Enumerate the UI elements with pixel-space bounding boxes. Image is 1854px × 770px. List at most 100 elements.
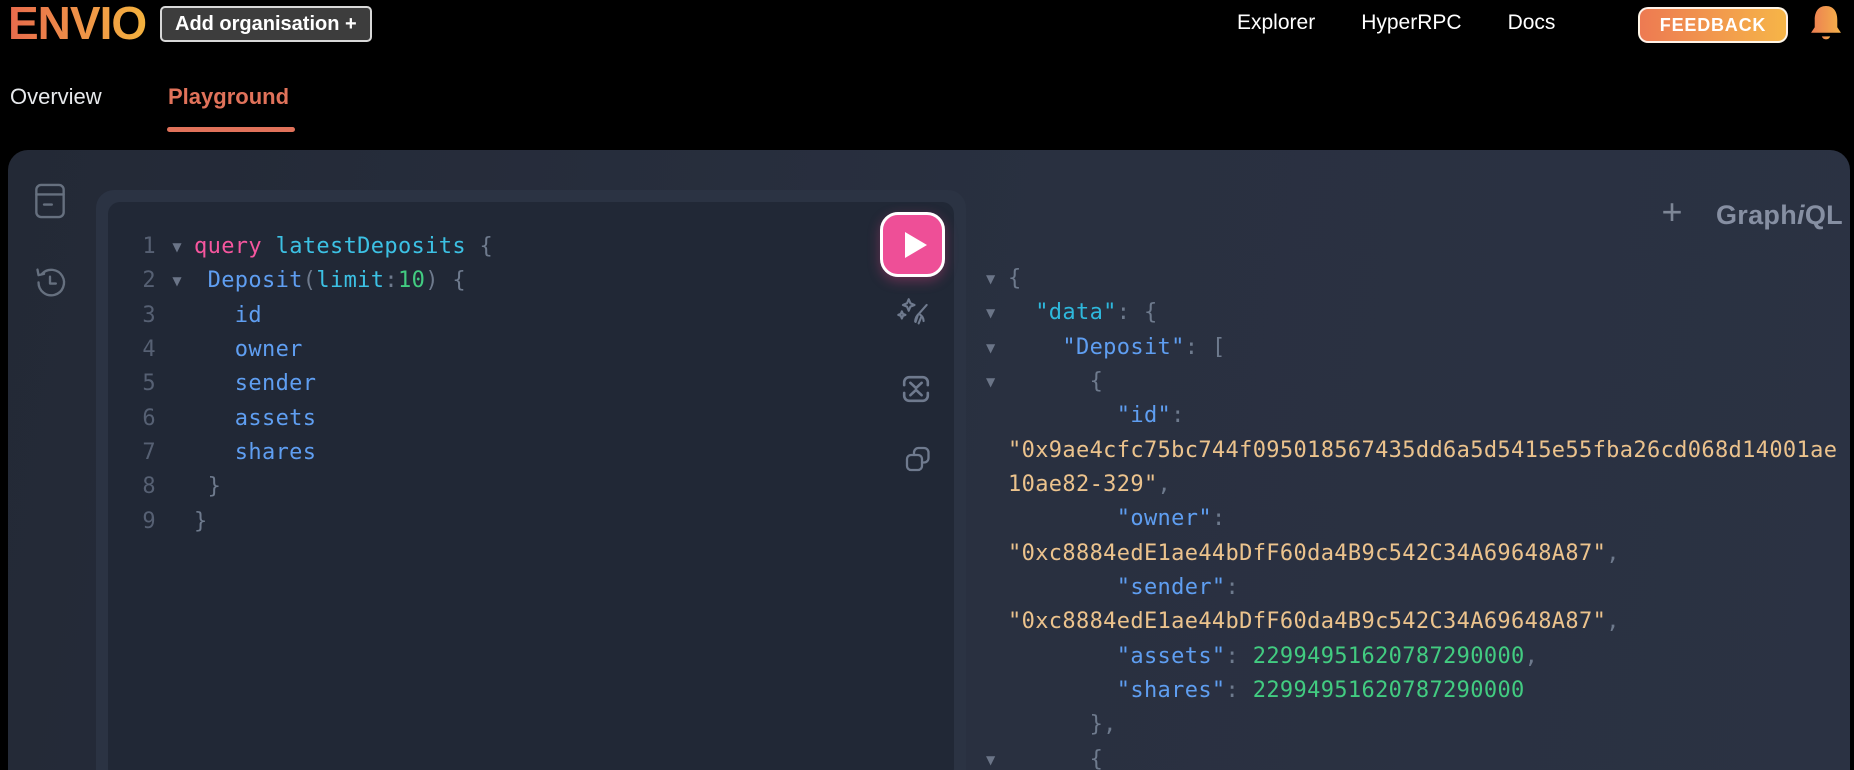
response-lines: ▼{▼ "data": {▼ "Deposit": [▼ { "id": "0x9… bbox=[980, 262, 1850, 770]
code-text: shares bbox=[194, 436, 316, 470]
response-line: "0xc8884edE1ae44bDfF60da4B9c542C34A69648… bbox=[980, 605, 1850, 639]
token: 22994951620787290000 bbox=[1252, 677, 1525, 703]
code-text: { bbox=[1008, 365, 1103, 399]
token: : { bbox=[1116, 300, 1158, 326]
response-line: "id": bbox=[980, 399, 1850, 433]
response-line: 10ae82-329", bbox=[980, 468, 1850, 502]
code-text: } bbox=[194, 505, 208, 539]
token: "0xc8884edE1ae44bDfF60da4B9c542C34A69648… bbox=[1008, 609, 1607, 635]
graphiql-logo-ql: QL bbox=[1804, 200, 1843, 230]
token: { bbox=[1008, 266, 1022, 291]
code-line: 3 id bbox=[108, 299, 954, 333]
fold-arrow-icon[interactable]: ▼ bbox=[980, 365, 1000, 399]
code-text: id bbox=[194, 299, 262, 333]
execute-query-button[interactable] bbox=[880, 212, 945, 277]
notification-bell-icon[interactable] bbox=[1804, 2, 1848, 46]
fold-gutter bbox=[980, 571, 1000, 605]
response-line: ▼ { bbox=[980, 365, 1850, 399]
code-text: { bbox=[1008, 262, 1022, 296]
response-line: "owner": bbox=[980, 502, 1850, 536]
fold-gutter bbox=[980, 502, 1000, 536]
token: 10 bbox=[397, 268, 426, 294]
nav-link-docs[interactable]: Docs bbox=[1508, 11, 1556, 35]
fold-arrow-icon[interactable]: ▼ bbox=[980, 331, 1000, 365]
fold-gutter bbox=[980, 640, 1000, 674]
response-line: ▼ { bbox=[980, 743, 1850, 770]
token: } bbox=[194, 474, 222, 500]
fold-gutter bbox=[156, 402, 186, 436]
tab-playground[interactable]: Playground bbox=[168, 84, 289, 110]
token: "sender" bbox=[1116, 574, 1226, 600]
merge-fragments-icon bbox=[898, 375, 934, 410]
fold-arrow-icon[interactable]: ▼ bbox=[156, 230, 186, 264]
token: , bbox=[1606, 609, 1620, 635]
prettify-button[interactable] bbox=[894, 296, 934, 336]
query-editor-panel: 1 ▼ query latestDeposits {2 ▼ Deposit(limit… bbox=[96, 190, 966, 770]
token: { bbox=[1008, 746, 1104, 770]
token: Deposit bbox=[207, 268, 303, 294]
fold-gutter bbox=[156, 333, 186, 367]
token: 22994951620787290000 bbox=[1252, 643, 1525, 669]
token: "id" bbox=[1116, 403, 1172, 429]
line-number: 2 bbox=[142, 268, 156, 294]
line-number: 1 bbox=[142, 234, 156, 259]
nav-link-hyperrpc[interactable]: HyperRPC bbox=[1361, 11, 1461, 35]
token: , bbox=[1157, 471, 1172, 497]
token: latestDeposits bbox=[275, 234, 466, 259]
fold-arrow-icon[interactable]: ▼ bbox=[156, 264, 186, 298]
token: : bbox=[1211, 506, 1226, 532]
code-line: 9} bbox=[108, 505, 954, 539]
token: limit bbox=[316, 268, 385, 294]
nav-link-explorer[interactable]: Explorer bbox=[1237, 11, 1315, 35]
response-line: "sender": bbox=[980, 571, 1850, 605]
add-organisation-button[interactable]: Add organisation + bbox=[160, 6, 372, 42]
code-text: "Deposit": [ bbox=[1008, 331, 1226, 365]
code-text: 10ae82-329", bbox=[1008, 468, 1171, 502]
line-number: 6 bbox=[142, 405, 156, 431]
code-text: } bbox=[194, 470, 221, 504]
tab-overview[interactable]: Overview bbox=[10, 84, 102, 110]
response-line: "0xc8884edE1ae44bDfF60da4B9c542C34A69648… bbox=[980, 537, 1850, 571]
fold-gutter bbox=[156, 299, 186, 333]
fold-gutter bbox=[980, 434, 1000, 468]
add-tab-button[interactable]: + bbox=[1654, 194, 1690, 230]
token: owner bbox=[234, 336, 303, 362]
envio-logo: ENVIO bbox=[8, 0, 147, 50]
code-text: owner bbox=[194, 333, 303, 367]
response-line: ▼ "Deposit": [ bbox=[980, 331, 1850, 365]
app-header: ENVIO Add organisation + Explorer HyperR… bbox=[0, 0, 1854, 150]
fold-arrow-icon[interactable]: ▼ bbox=[980, 743, 1000, 770]
query-editor[interactable]: 1 ▼ query latestDeposits {2 ▼ Deposit(limit… bbox=[108, 202, 954, 770]
history-button[interactable] bbox=[28, 262, 72, 306]
code-text: sender bbox=[194, 367, 316, 401]
code-text: "data": { bbox=[1008, 296, 1158, 330]
fold-gutter bbox=[156, 505, 186, 539]
copy-query-button[interactable] bbox=[898, 440, 938, 480]
fold-gutter bbox=[156, 470, 186, 504]
response-line: ▼ "data": { bbox=[980, 296, 1850, 330]
docs-explorer-button[interactable] bbox=[28, 180, 72, 224]
token: "owner" bbox=[1116, 506, 1212, 532]
token: assets bbox=[234, 405, 317, 431]
token: "Deposit" bbox=[1062, 334, 1185, 360]
response-line: }, bbox=[980, 708, 1850, 742]
code-line: 2 ▼ Deposit(limit:10) { bbox=[108, 264, 954, 298]
fold-arrow-icon[interactable]: ▼ bbox=[980, 262, 1000, 296]
fold-arrow-icon[interactable]: ▼ bbox=[980, 296, 1000, 330]
merge-fragments-button[interactable] bbox=[896, 370, 936, 410]
code-line: 1 ▼ query latestDeposits { bbox=[108, 230, 954, 264]
code-text: { bbox=[1008, 743, 1103, 770]
code-line: 4 owner bbox=[108, 333, 954, 367]
fold-gutter bbox=[156, 436, 186, 470]
feedback-button[interactable]: FEEDBACK bbox=[1638, 7, 1788, 43]
token: : bbox=[1225, 677, 1253, 703]
